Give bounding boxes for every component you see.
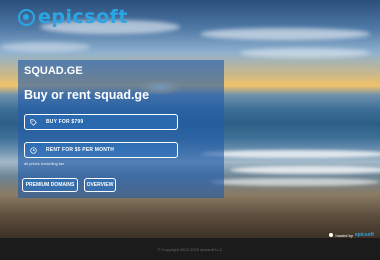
epicsoft-small-logo-icon bbox=[329, 233, 334, 237]
tax-note: all prices excluding tax bbox=[24, 161, 65, 166]
cloud bbox=[200, 28, 370, 40]
copyright-text: © Copyright 2022-2023 epicsoft LLC bbox=[157, 246, 223, 252]
wave bbox=[210, 178, 380, 186]
overview-button[interactable]: OVERVIEW bbox=[84, 178, 116, 192]
buy-button-label: BUY FOR $799 bbox=[46, 119, 84, 125]
cloud bbox=[0, 42, 90, 52]
domain-name: SQUAD.GE bbox=[24, 65, 83, 77]
rent-button-label: RENT FOR $5 PER MONTH bbox=[46, 147, 115, 153]
cloud bbox=[240, 48, 370, 58]
wave bbox=[200, 150, 380, 158]
premium-domains-button[interactable]: PREMIUM DOMAINS bbox=[22, 178, 78, 192]
rent-button[interactable]: RENT FOR $5 PER MONTH bbox=[24, 142, 178, 158]
site-logo[interactable]: epicsoft bbox=[18, 6, 128, 28]
tag-icon bbox=[29, 118, 37, 126]
domain-offer-panel: SQUAD.GE Buy or rent squad.ge BUY FOR $7… bbox=[18, 60, 224, 198]
clock-icon bbox=[29, 146, 37, 154]
wave bbox=[230, 166, 380, 174]
logo-text: epicsoft bbox=[38, 6, 128, 28]
hosted-by-prefix: hosted by bbox=[335, 232, 353, 238]
offer-headline: Buy or rent squad.ge bbox=[24, 88, 150, 102]
epicsoft-logo-icon bbox=[18, 8, 35, 26]
buy-button[interactable]: BUY FOR $799 bbox=[24, 114, 178, 130]
footer: © Copyright 2022-2023 epicsoft LLC bbox=[0, 238, 380, 260]
